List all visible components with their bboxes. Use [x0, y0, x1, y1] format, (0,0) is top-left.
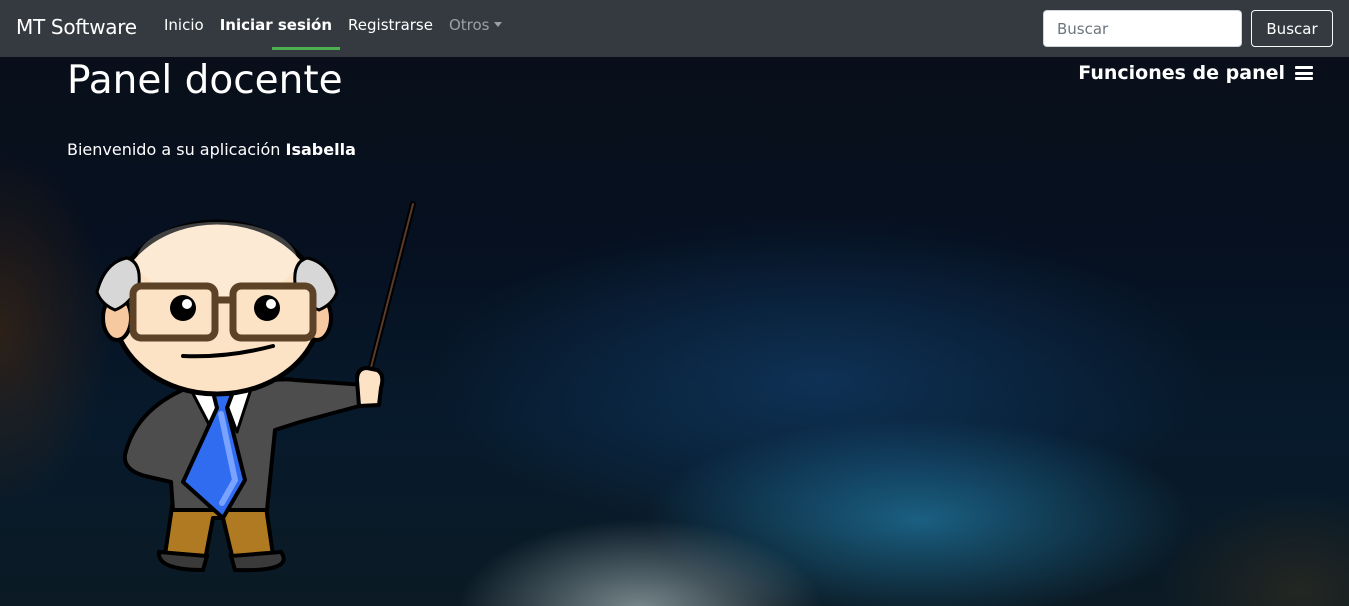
hamburger-menu-icon [1295, 66, 1313, 80]
nav-link-registrarse[interactable]: Registrarse [340, 0, 441, 57]
page-title: Panel docente [67, 58, 343, 103]
welcome-text: Bienvenido a su aplicación [67, 140, 281, 159]
welcome-message: Bienvenido a su aplicación Isabella [67, 140, 356, 159]
nav-link-inicio[interactable]: Inicio [156, 0, 212, 57]
navbar: MT Software Inicio Iniciar sesión Regist… [0, 0, 1349, 57]
teacher-with-pointer-illustration [95, 201, 416, 573]
brand-logo[interactable]: MT Software [16, 15, 137, 39]
user-name: Isabella [285, 140, 356, 159]
nav-dropdown-otros[interactable]: Otros [441, 0, 510, 57]
caret-down-icon [493, 22, 502, 27]
panel-functions-label: Funciones de panel [1078, 62, 1285, 84]
panel-functions-toggle[interactable]: Funciones de panel [1078, 62, 1313, 84]
nav-link-iniciar-sesion[interactable]: Iniciar sesión [212, 0, 341, 57]
nav-links: Inicio Iniciar sesión Registrarse Otros [156, 0, 510, 57]
nav-link-iniciar-sesion-label: Iniciar sesión [219, 16, 333, 34]
nav-dropdown-otros-label: Otros [448, 16, 490, 34]
search-input[interactable] [1043, 10, 1242, 47]
search-button[interactable]: Buscar [1251, 10, 1333, 47]
